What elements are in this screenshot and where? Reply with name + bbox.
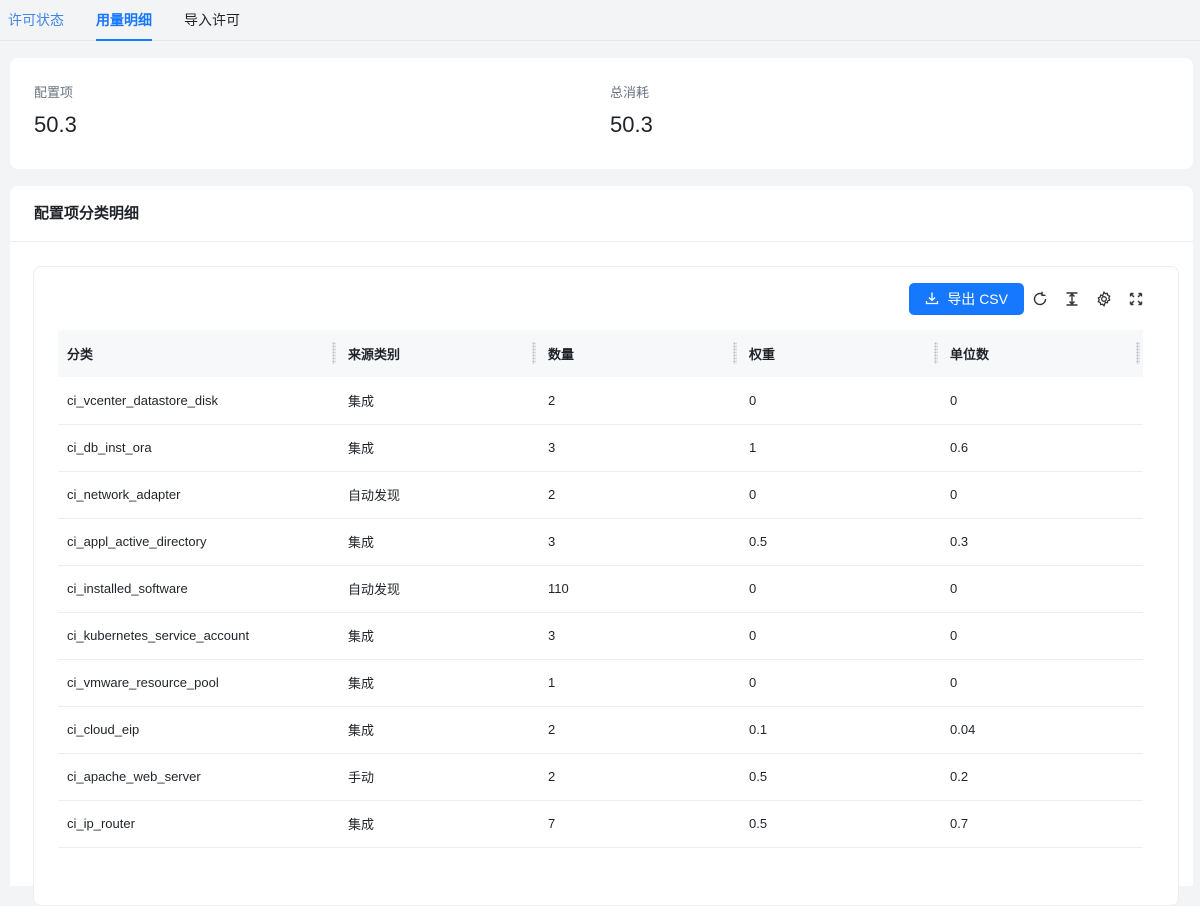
cell-units: 0 [941, 565, 1143, 613]
cell-category: ci_kubernetes_service_account [58, 612, 339, 660]
total-consumption-label: 总消耗 [610, 85, 650, 100]
tab-license-status[interactable]: 许可状态 [8, 12, 64, 40]
cell-weight: 0 [740, 612, 941, 660]
cell-quantity: 1 [539, 659, 740, 707]
cell-category: ci_vcenter_datastore_disk [58, 377, 339, 425]
cell-source: 集成 [339, 424, 539, 472]
cell-category: ci_vmware_resource_pool [58, 659, 339, 707]
cell-quantity: 2 [539, 753, 740, 801]
cell-source: 自动发现 [339, 565, 539, 613]
column-resize-handle[interactable] [934, 342, 938, 364]
summary-card: 配置项 50.3 总消耗 50.3 [10, 58, 1193, 169]
column-resize-handle[interactable] [1136, 342, 1140, 364]
density-icon[interactable] [1056, 283, 1088, 315]
column-header-category[interactable]: 分类 [58, 330, 339, 377]
cell-category: ci_network_adapter [58, 471, 339, 519]
table-row: ci_installed_software 自动发现 110 0 0 [58, 565, 1143, 613]
table-container: 导出 CSV 分类 来源类别 数量 权重 单位数 ci_vcenter_data… [33, 266, 1179, 906]
config-items-label: 配置项 [34, 85, 74, 100]
cell-weight: 0.1 [740, 706, 941, 754]
cell-category: ci_appl_active_directory [58, 518, 339, 566]
cell-weight: 0 [740, 471, 941, 519]
table-row: ci_vmware_resource_pool 集成 1 0 0 [58, 659, 1143, 707]
cell-weight: 0 [740, 377, 941, 425]
cell-source: 集成 [339, 706, 539, 754]
cell-category: ci_db_inst_ora [58, 424, 339, 472]
total-consumption-stat: 总消耗 50.3 [610, 86, 653, 138]
cell-source: 集成 [339, 612, 539, 660]
column-resize-handle[interactable] [532, 342, 536, 364]
cell-quantity: 7 [539, 800, 740, 848]
tab-usage-detail[interactable]: 用量明细 [96, 12, 152, 41]
cell-source: 集成 [339, 800, 539, 848]
category-detail-card: 配置项分类明细 导出 CSV 分类 来源类别 数量 权重 单位数 ci_vcen… [10, 186, 1193, 906]
column-header-weight[interactable]: 权重 [740, 330, 941, 377]
cell-units: 0.04 [941, 706, 1143, 754]
total-consumption-value: 50.3 [610, 112, 653, 137]
cell-weight: 0.5 [740, 753, 941, 801]
column-resize-handle[interactable] [332, 342, 336, 364]
category-table: 分类 来源类别 数量 权重 单位数 ci_vcenter_datastore_d… [58, 330, 1143, 848]
cell-category: ci_ip_router [58, 800, 339, 848]
column-resize-handle[interactable] [733, 342, 737, 364]
cell-units: 0.3 [941, 518, 1143, 566]
download-icon [925, 291, 939, 308]
cell-units: 0 [941, 471, 1143, 519]
cell-source: 集成 [339, 659, 539, 707]
cell-source: 集成 [339, 518, 539, 566]
cell-quantity: 3 [539, 518, 740, 566]
column-header-units[interactable]: 单位数 [941, 330, 1143, 377]
cell-category: ci_cloud_eip [58, 706, 339, 754]
cell-units: 0 [941, 659, 1143, 707]
cell-weight: 0.5 [740, 518, 941, 566]
fullscreen-icon[interactable] [1120, 283, 1152, 315]
cell-quantity: 3 [539, 612, 740, 660]
table-row: ci_cloud_eip 集成 2 0.1 0.04 [58, 706, 1143, 754]
cell-units: 0 [941, 377, 1143, 425]
cell-units: 0.2 [941, 753, 1143, 801]
cell-weight: 1 [740, 424, 941, 472]
cell-quantity: 2 [539, 377, 740, 425]
cell-units: 0.7 [941, 800, 1143, 848]
table-row: ci_appl_active_directory 集成 3 0.5 0.3 [58, 518, 1143, 566]
cell-quantity: 3 [539, 424, 740, 472]
cell-source: 手动 [339, 753, 539, 801]
export-csv-button[interactable]: 导出 CSV [909, 283, 1024, 315]
table-header-row: 分类 来源类别 数量 权重 单位数 [58, 330, 1143, 377]
cell-weight: 0 [740, 565, 941, 613]
table-row: ci_kubernetes_service_account 集成 3 0 0 [58, 612, 1143, 660]
cell-quantity: 2 [539, 471, 740, 519]
cell-units: 0.6 [941, 424, 1143, 472]
cell-quantity: 110 [539, 565, 740, 613]
cell-weight: 0 [740, 659, 941, 707]
column-header-source[interactable]: 来源类别 [339, 330, 539, 377]
table-row: ci_db_inst_ora 集成 3 1 0.6 [58, 424, 1143, 472]
column-header-quantity[interactable]: 数量 [539, 330, 740, 377]
cell-source: 集成 [339, 377, 539, 425]
config-items-value: 50.3 [34, 112, 77, 137]
cell-category: ci_apache_web_server [58, 753, 339, 801]
settings-icon[interactable] [1088, 283, 1120, 315]
cell-weight: 0.5 [740, 800, 941, 848]
cell-category: ci_installed_software [58, 565, 339, 613]
table-toolbar: 导出 CSV [909, 283, 1152, 315]
cell-source: 自动发现 [339, 471, 539, 519]
tab-import-license[interactable]: 导入许可 [184, 12, 240, 40]
section-title: 配置项分类明细 [10, 186, 1193, 242]
tab-bar: 许可状态 用量明细 导入许可 [0, 0, 1200, 41]
table-row: ci_vcenter_datastore_disk 集成 2 0 0 [58, 377, 1143, 425]
cell-quantity: 2 [539, 706, 740, 754]
cell-units: 0 [941, 612, 1143, 660]
table-row: ci_apache_web_server 手动 2 0.5 0.2 [58, 753, 1143, 801]
refresh-icon[interactable] [1024, 283, 1056, 315]
config-items-stat: 配置项 50.3 [34, 86, 77, 138]
table-row: ci_ip_router 集成 7 0.5 0.7 [58, 800, 1143, 848]
export-csv-label: 导出 CSV [947, 291, 1008, 307]
table-row: ci_network_adapter 自动发现 2 0 0 [58, 471, 1143, 519]
